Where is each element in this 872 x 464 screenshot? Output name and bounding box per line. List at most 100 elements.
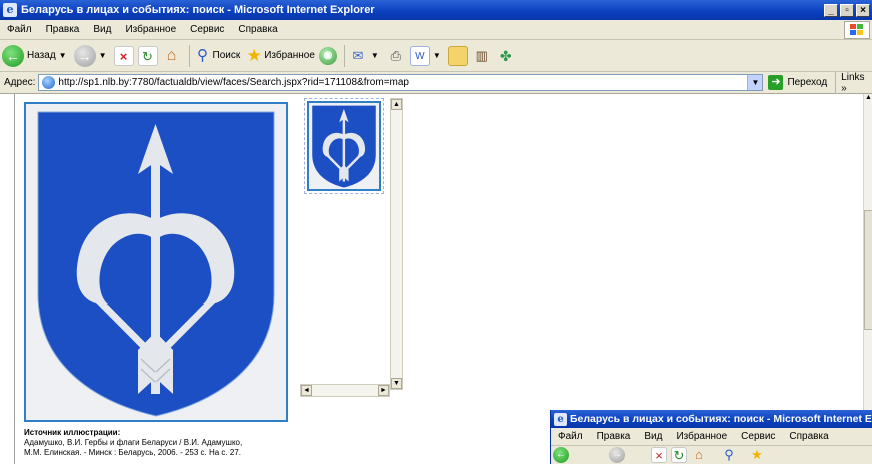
search-icon[interactable]: ⚲ [721,447,737,463]
links-toolbar[interactable]: Links » [835,71,872,94]
folder-icon [447,45,468,66]
stop-icon[interactable]: × [651,447,667,463]
chevron-down-icon[interactable]: ▼ [747,75,763,90]
second-window-menu-bar: Файл Правка Вид Избранное Сервис Справка [551,428,872,446]
maximize-button[interactable]: ▫ [840,3,854,17]
scroll-down-icon[interactable]: ▼ [391,378,402,389]
thumbnail-item[interactable] [304,98,384,194]
thumbnail-horizontal-scrollbar[interactable]: ◄ ► [300,384,390,397]
toolbar-separator [343,44,345,67]
menu-favorites[interactable]: Избранное [669,431,734,442]
page-favicon-icon [42,76,56,89]
page-border [14,94,15,464]
home-icon: ⌂ [166,46,177,64]
favorites-label: Избранное [264,50,315,61]
second-window-toolbar: ← → × ↻ ⌂ ⚲ ★ [551,446,872,464]
menu-file[interactable]: Файл [551,431,590,442]
menu-edit[interactable]: Правка [590,431,638,442]
stop-icon: × [113,45,134,66]
source-line-1: Адамушко, В.И. Гербы и флаги Беларуси / … [24,438,243,447]
menu-view[interactable]: Вид [637,431,669,442]
back-icon[interactable]: ← [553,447,569,463]
address-input[interactable]: http://sp1.nlb.by:7780/factualdb/view/fa… [38,74,764,91]
chevron-down-icon: ▼ [432,51,441,60]
history-button[interactable]: ▥ [472,46,492,66]
favorites-button[interactable]: ★ Избранное [244,46,315,66]
edit-icon: W [409,45,430,66]
windows-logo-icon [844,21,870,39]
forward-icon[interactable]: → [609,447,625,463]
go-label: Переход [787,77,828,88]
menu-file[interactable]: Файл [0,24,39,35]
search-label: Поиск [212,50,241,61]
scroll-up-icon[interactable]: ▲ [864,94,872,106]
scroll-up-icon[interactable]: ▲ [391,99,402,110]
menu-favorites[interactable]: Избранное [118,24,183,35]
menu-bar: Файл Правка Вид Избранное Сервис Справка [0,20,872,40]
address-bar: Адрес: http://sp1.nlb.by:7780/factualdb/… [0,71,872,94]
go-arrow-icon: ➜ [768,75,784,90]
media-icon: ◉ [318,46,337,65]
refresh-icon[interactable]: ↻ [671,447,687,463]
search-button[interactable]: ⚲ Поиск [193,46,241,66]
scroll-right-icon[interactable]: ► [378,385,389,396]
menu-tools[interactable]: Сервис [183,24,231,35]
source-line-2: М.М. Елинская. - Минск : Беларусь, 2006.… [24,448,241,457]
standard-toolbar: ← Назад ▼ → ▼ × ↻ ⌂ ⚲ Поиск ★ Избранное … [0,40,872,72]
address-label: Адрес: [4,77,36,88]
address-url[interactable]: http://sp1.nlb.by:7780/factualdb/view/fa… [58,77,409,88]
messenger-icon: ✤ [499,47,512,64]
links-label: Links [841,71,865,83]
second-window-title-bar: e Беларусь в лицах и событиях: поиск - M… [551,410,872,428]
forward-button[interactable]: → ▼ [73,44,110,67]
page-vertical-scrollbar[interactable]: ▲ [863,94,872,464]
home-button[interactable]: ⌂ [162,46,182,66]
title-bar: e Беларусь в лицах и событиях: поиск - M… [0,0,872,20]
ie-app-icon: e [3,3,17,17]
coat-of-arms-graphic [26,104,286,420]
edit-button[interactable]: W ▼ [409,45,444,66]
back-button[interactable]: ← Назад ▼ [2,44,70,67]
mail-button[interactable]: ✉ ▼ [348,46,382,66]
mail-icon: ✉ [352,47,364,63]
thumbnail-graphic [312,105,376,188]
folder-button[interactable] [447,45,468,66]
print-button[interactable]: ⎙ [386,46,406,66]
chevron-down-icon: ▼ [370,51,379,60]
source-heading: Источник иллюстрации: [24,428,121,437]
window-title: Беларусь в лицах и событиях: поиск - Mic… [21,4,375,16]
menu-help[interactable]: Справка [231,24,284,35]
chevron-down-icon: ▼ [98,51,107,60]
page-content: Источник иллюстрации: Адамушко, В.И. Гер… [0,94,872,464]
second-browser-window[interactable]: e Беларусь в лицах и событиях: поиск - M… [550,410,872,464]
menu-help[interactable]: Справка [782,431,835,442]
thumbnail-vertical-scrollbar[interactable]: ▲ ▼ [390,98,403,390]
scroll-left-icon[interactable]: ◄ [301,385,312,396]
messenger-button[interactable]: ✤ [496,46,516,66]
menu-tools[interactable]: Сервис [734,431,782,442]
favorites-star-icon[interactable]: ★ [749,447,765,463]
illustration-source: Источник иллюстрации: Адамушко, В.И. Гер… [24,428,304,458]
ie-app-icon: e [554,412,567,426]
thumbnail-panel [300,98,404,400]
coat-of-arms-image[interactable] [24,102,288,422]
toolbar-separator [188,44,190,67]
search-icon: ⚲ [197,46,208,64]
home-icon[interactable]: ⌂ [691,447,707,463]
refresh-icon: ↻ [137,45,158,66]
stop-button[interactable]: × [113,45,134,66]
forward-icon: → [73,44,96,67]
favorites-star-icon: ★ [246,45,262,65]
minimize-button[interactable]: _ [824,3,838,17]
refresh-button[interactable]: ↻ [137,45,158,66]
back-label: Назад [27,50,56,61]
go-button[interactable]: ➜ Переход [768,75,827,90]
print-icon: ⎙ [390,47,402,63]
close-button[interactable]: × [856,3,870,17]
thumbnail-image[interactable] [307,101,381,191]
menu-edit[interactable]: Правка [39,24,87,35]
scrollbar-thumb[interactable] [864,210,872,330]
media-button[interactable]: ◉ [318,46,337,65]
menu-view[interactable]: Вид [86,24,118,35]
chevron-down-icon: ▼ [58,51,67,60]
